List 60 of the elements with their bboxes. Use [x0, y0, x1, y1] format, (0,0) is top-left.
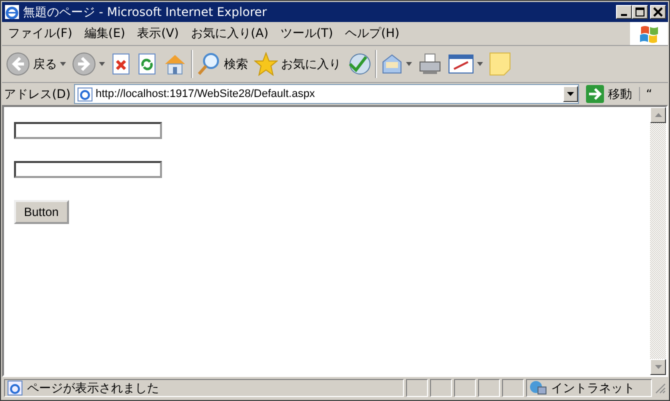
close-icon [653, 7, 663, 17]
go-button[interactable]: 移動 [582, 85, 636, 103]
page-icon [76, 86, 93, 102]
window-title: 無題のページ - Microsoft Internet Explorer [23, 4, 268, 20]
window-icon [448, 53, 474, 75]
envelope-icon [381, 53, 403, 75]
resize-grip[interactable] [654, 382, 666, 394]
maximize-icon [635, 7, 645, 17]
text-field[interactable] [14, 161, 162, 178]
minimize-icon [621, 14, 627, 16]
page-icon [7, 380, 23, 396]
network-icon [529, 380, 547, 396]
x-icon [111, 53, 131, 75]
menu-item[interactable]: お気に入り(A) [184, 25, 274, 42]
dropdown-button[interactable] [563, 86, 578, 102]
right-arrow-icon [586, 85, 604, 103]
caret-icon [99, 62, 105, 66]
status-panel [406, 379, 428, 397]
caret-icon [60, 62, 66, 66]
menu-item[interactable]: 表示(V) [131, 25, 185, 42]
printer-icon [418, 52, 442, 76]
down-arrow-icon [654, 365, 662, 369]
status-panel [502, 379, 524, 397]
menu-item[interactable]: 編集(E) [78, 25, 132, 42]
note-icon [489, 52, 511, 76]
scrollbar[interactable] [650, 107, 666, 375]
search-button[interactable]: 検索 [195, 51, 250, 77]
up-arrow-icon [654, 113, 662, 117]
status-text: ページが表示されました [27, 380, 159, 396]
status-panel [454, 379, 476, 397]
menu-item[interactable]: ツール(T) [274, 25, 340, 42]
forward-button[interactable] [70, 51, 107, 77]
caret-icon [567, 92, 574, 96]
caret-icon [477, 62, 483, 66]
edit-button[interactable] [446, 52, 485, 76]
house-icon [163, 52, 187, 76]
links-button[interactable]: “ [639, 87, 666, 101]
refresh-icon [137, 53, 157, 75]
menu-item[interactable]: ファイル(F) [2, 25, 78, 42]
menu-item[interactable]: ヘルプ(H) [339, 25, 406, 42]
back-button[interactable]: 戻る [4, 51, 68, 77]
scroll-up-button[interactable] [650, 107, 666, 123]
maximize-button[interactable] [632, 5, 648, 19]
address-label: アドレス(D) [4, 86, 71, 102]
zone-text: イントラネット [551, 380, 635, 396]
favorites-button[interactable]: お気に入り [252, 51, 343, 77]
star-icon [254, 52, 278, 76]
close-button[interactable] [650, 5, 666, 19]
form-button[interactable]: Button [14, 200, 69, 224]
minimize-button[interactable] [616, 5, 632, 19]
status-panel [478, 379, 500, 397]
browser-icon [4, 4, 20, 20]
search-icon [197, 52, 221, 76]
checkmark-icon [347, 52, 371, 76]
text-field[interactable] [14, 122, 162, 139]
flag-icon [638, 24, 660, 44]
caret-icon [406, 62, 412, 66]
status-panel [430, 379, 452, 397]
address-field[interactable]: http://localhost:1917/WebSite28/Default.aspx [74, 84, 579, 104]
scroll-down-button[interactable] [650, 359, 666, 375]
